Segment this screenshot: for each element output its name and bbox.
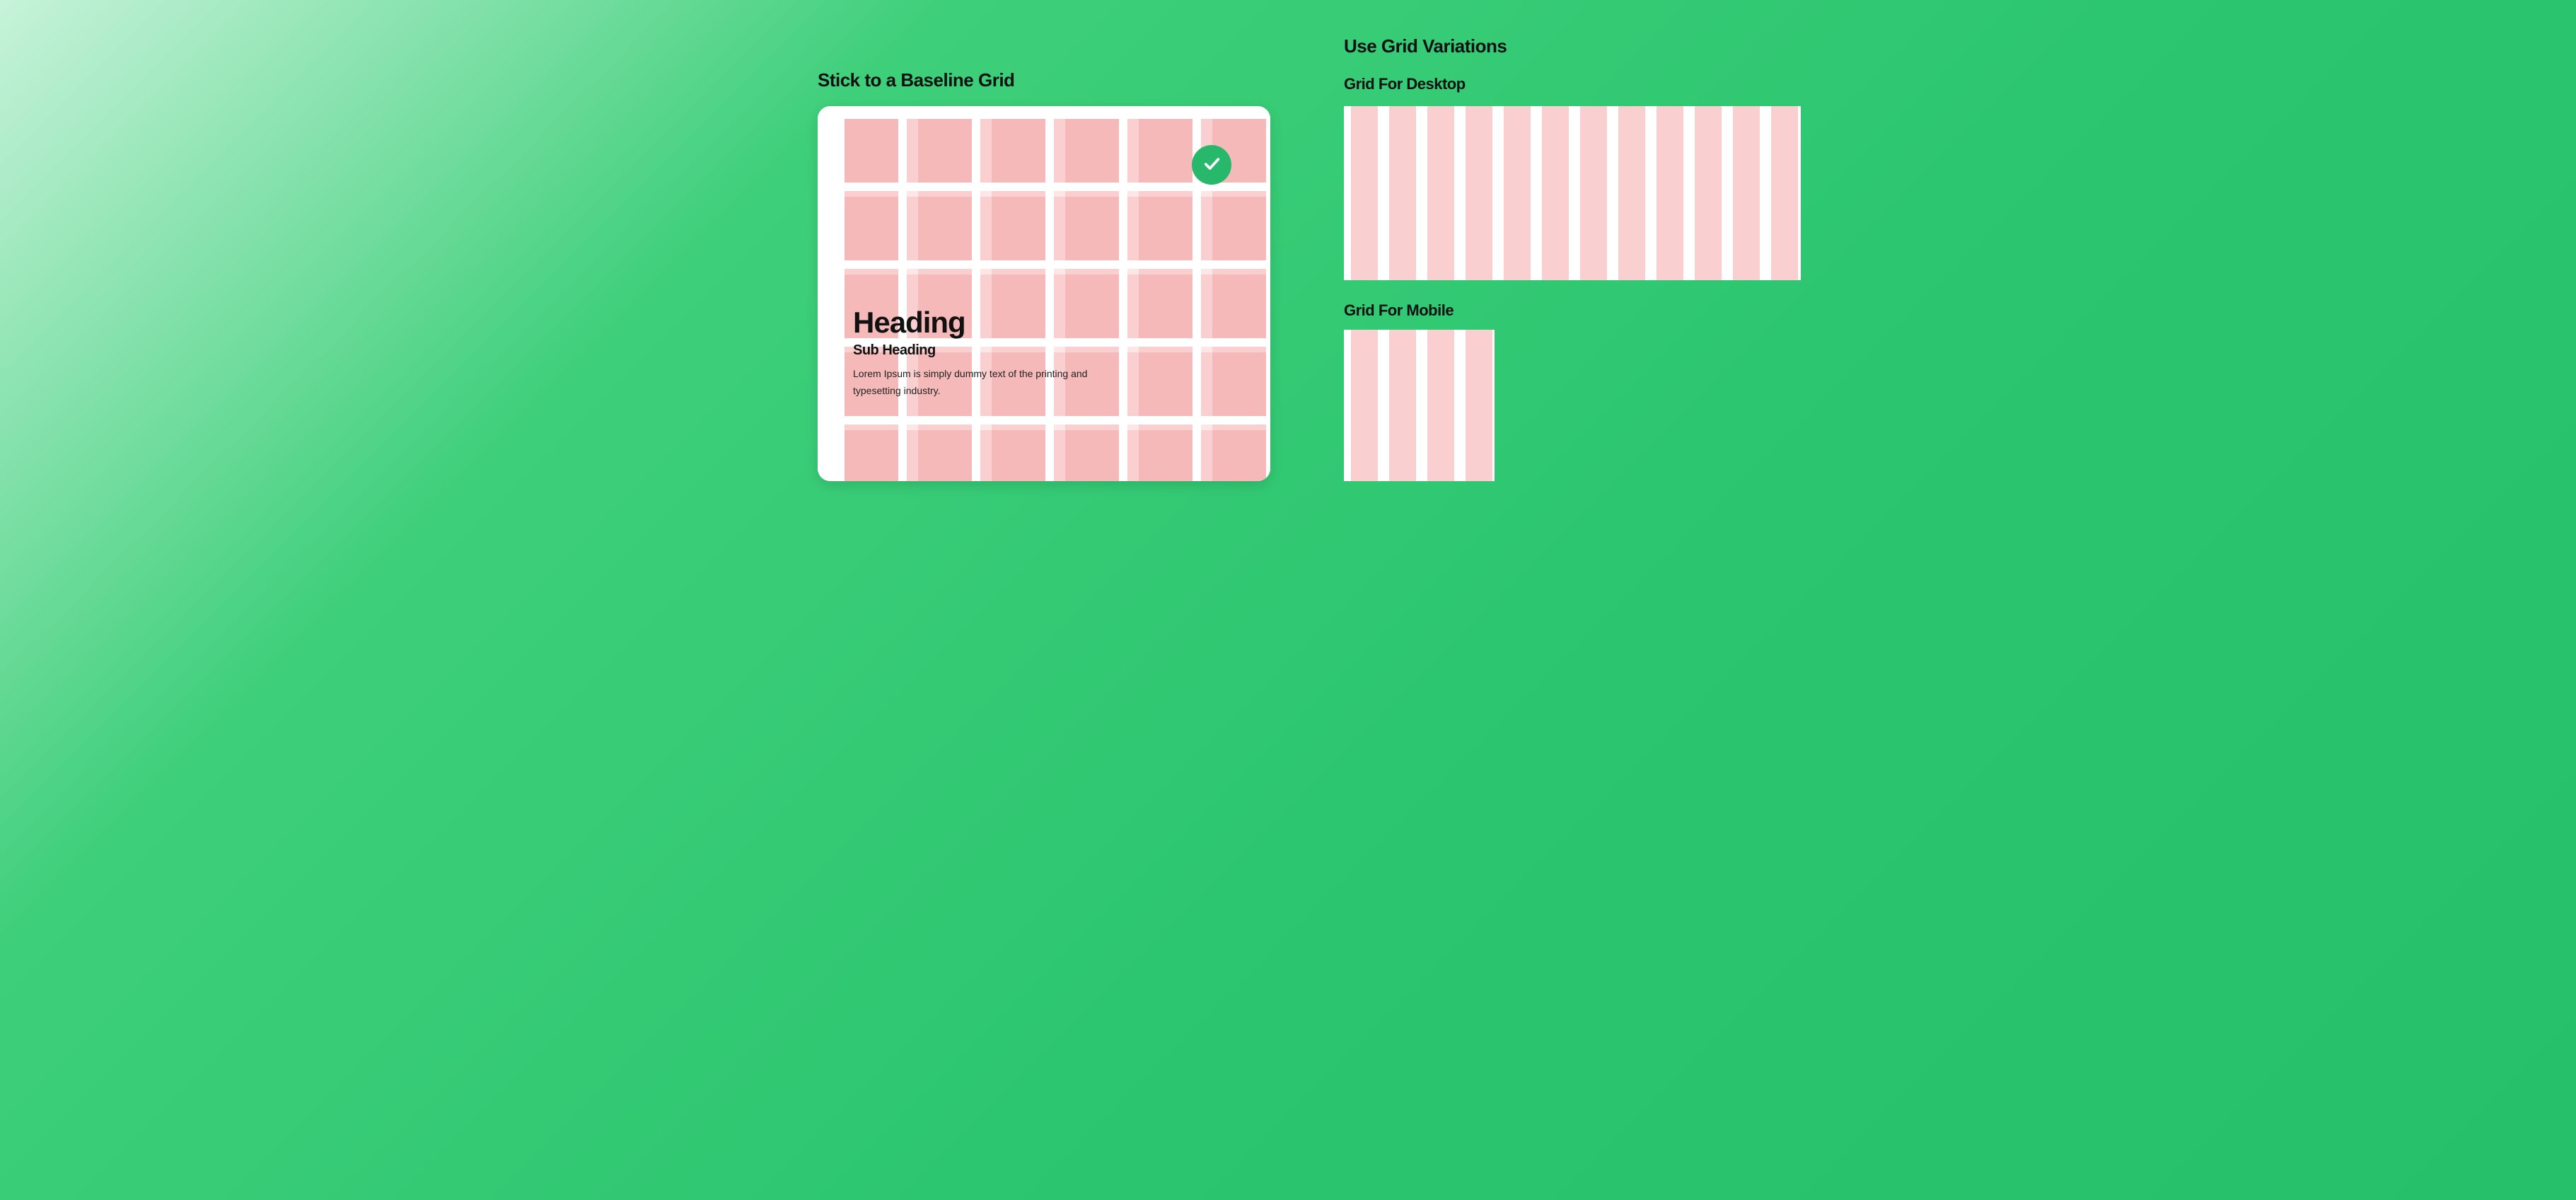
label-grid-desktop: Grid For Desktop bbox=[1344, 75, 1466, 93]
desktop-grid-col bbox=[1771, 106, 1798, 280]
desktop-grid-col bbox=[1618, 106, 1645, 280]
card-heading: Heading bbox=[853, 306, 1235, 340]
mobile-grid-col bbox=[1351, 330, 1378, 481]
design-canvas: Stick to a Baseline Grid bbox=[726, 0, 1850, 524]
desktop-grid-col bbox=[1389, 106, 1416, 280]
desktop-grid-col bbox=[1427, 106, 1454, 280]
desktop-grid-col bbox=[1351, 106, 1378, 280]
section-title-baseline-grid: Stick to a Baseline Grid bbox=[818, 69, 1014, 91]
mobile-grid-preview bbox=[1344, 330, 1495, 481]
checkmark-icon bbox=[1202, 154, 1222, 177]
desktop-grid-col bbox=[1504, 106, 1531, 280]
label-grid-mobile: Grid For Mobile bbox=[1344, 301, 1454, 320]
card-subheading: Sub Heading bbox=[853, 342, 1235, 359]
desktop-grid-col bbox=[1695, 106, 1722, 280]
desktop-grid-col bbox=[1466, 106, 1492, 280]
desktop-grid-preview bbox=[1344, 106, 1801, 280]
desktop-grid-col bbox=[1733, 106, 1760, 280]
mobile-grid-col bbox=[1466, 330, 1492, 481]
card-text-block: Heading Sub Heading Lorem Ipsum is simpl… bbox=[853, 306, 1235, 400]
mobile-grid-col bbox=[1427, 330, 1454, 481]
success-badge bbox=[1192, 145, 1231, 185]
desktop-grid-col bbox=[1657, 106, 1683, 280]
section-title-grid-variations: Use Grid Variations bbox=[1344, 35, 1507, 57]
card-body-text: Lorem Ipsum is simply dummy text of the … bbox=[853, 366, 1108, 400]
mobile-grid-col bbox=[1389, 330, 1416, 481]
desktop-grid-col bbox=[1580, 106, 1607, 280]
baseline-grid-card: Heading Sub Heading Lorem Ipsum is simpl… bbox=[818, 106, 1270, 481]
desktop-grid-col bbox=[1542, 106, 1569, 280]
